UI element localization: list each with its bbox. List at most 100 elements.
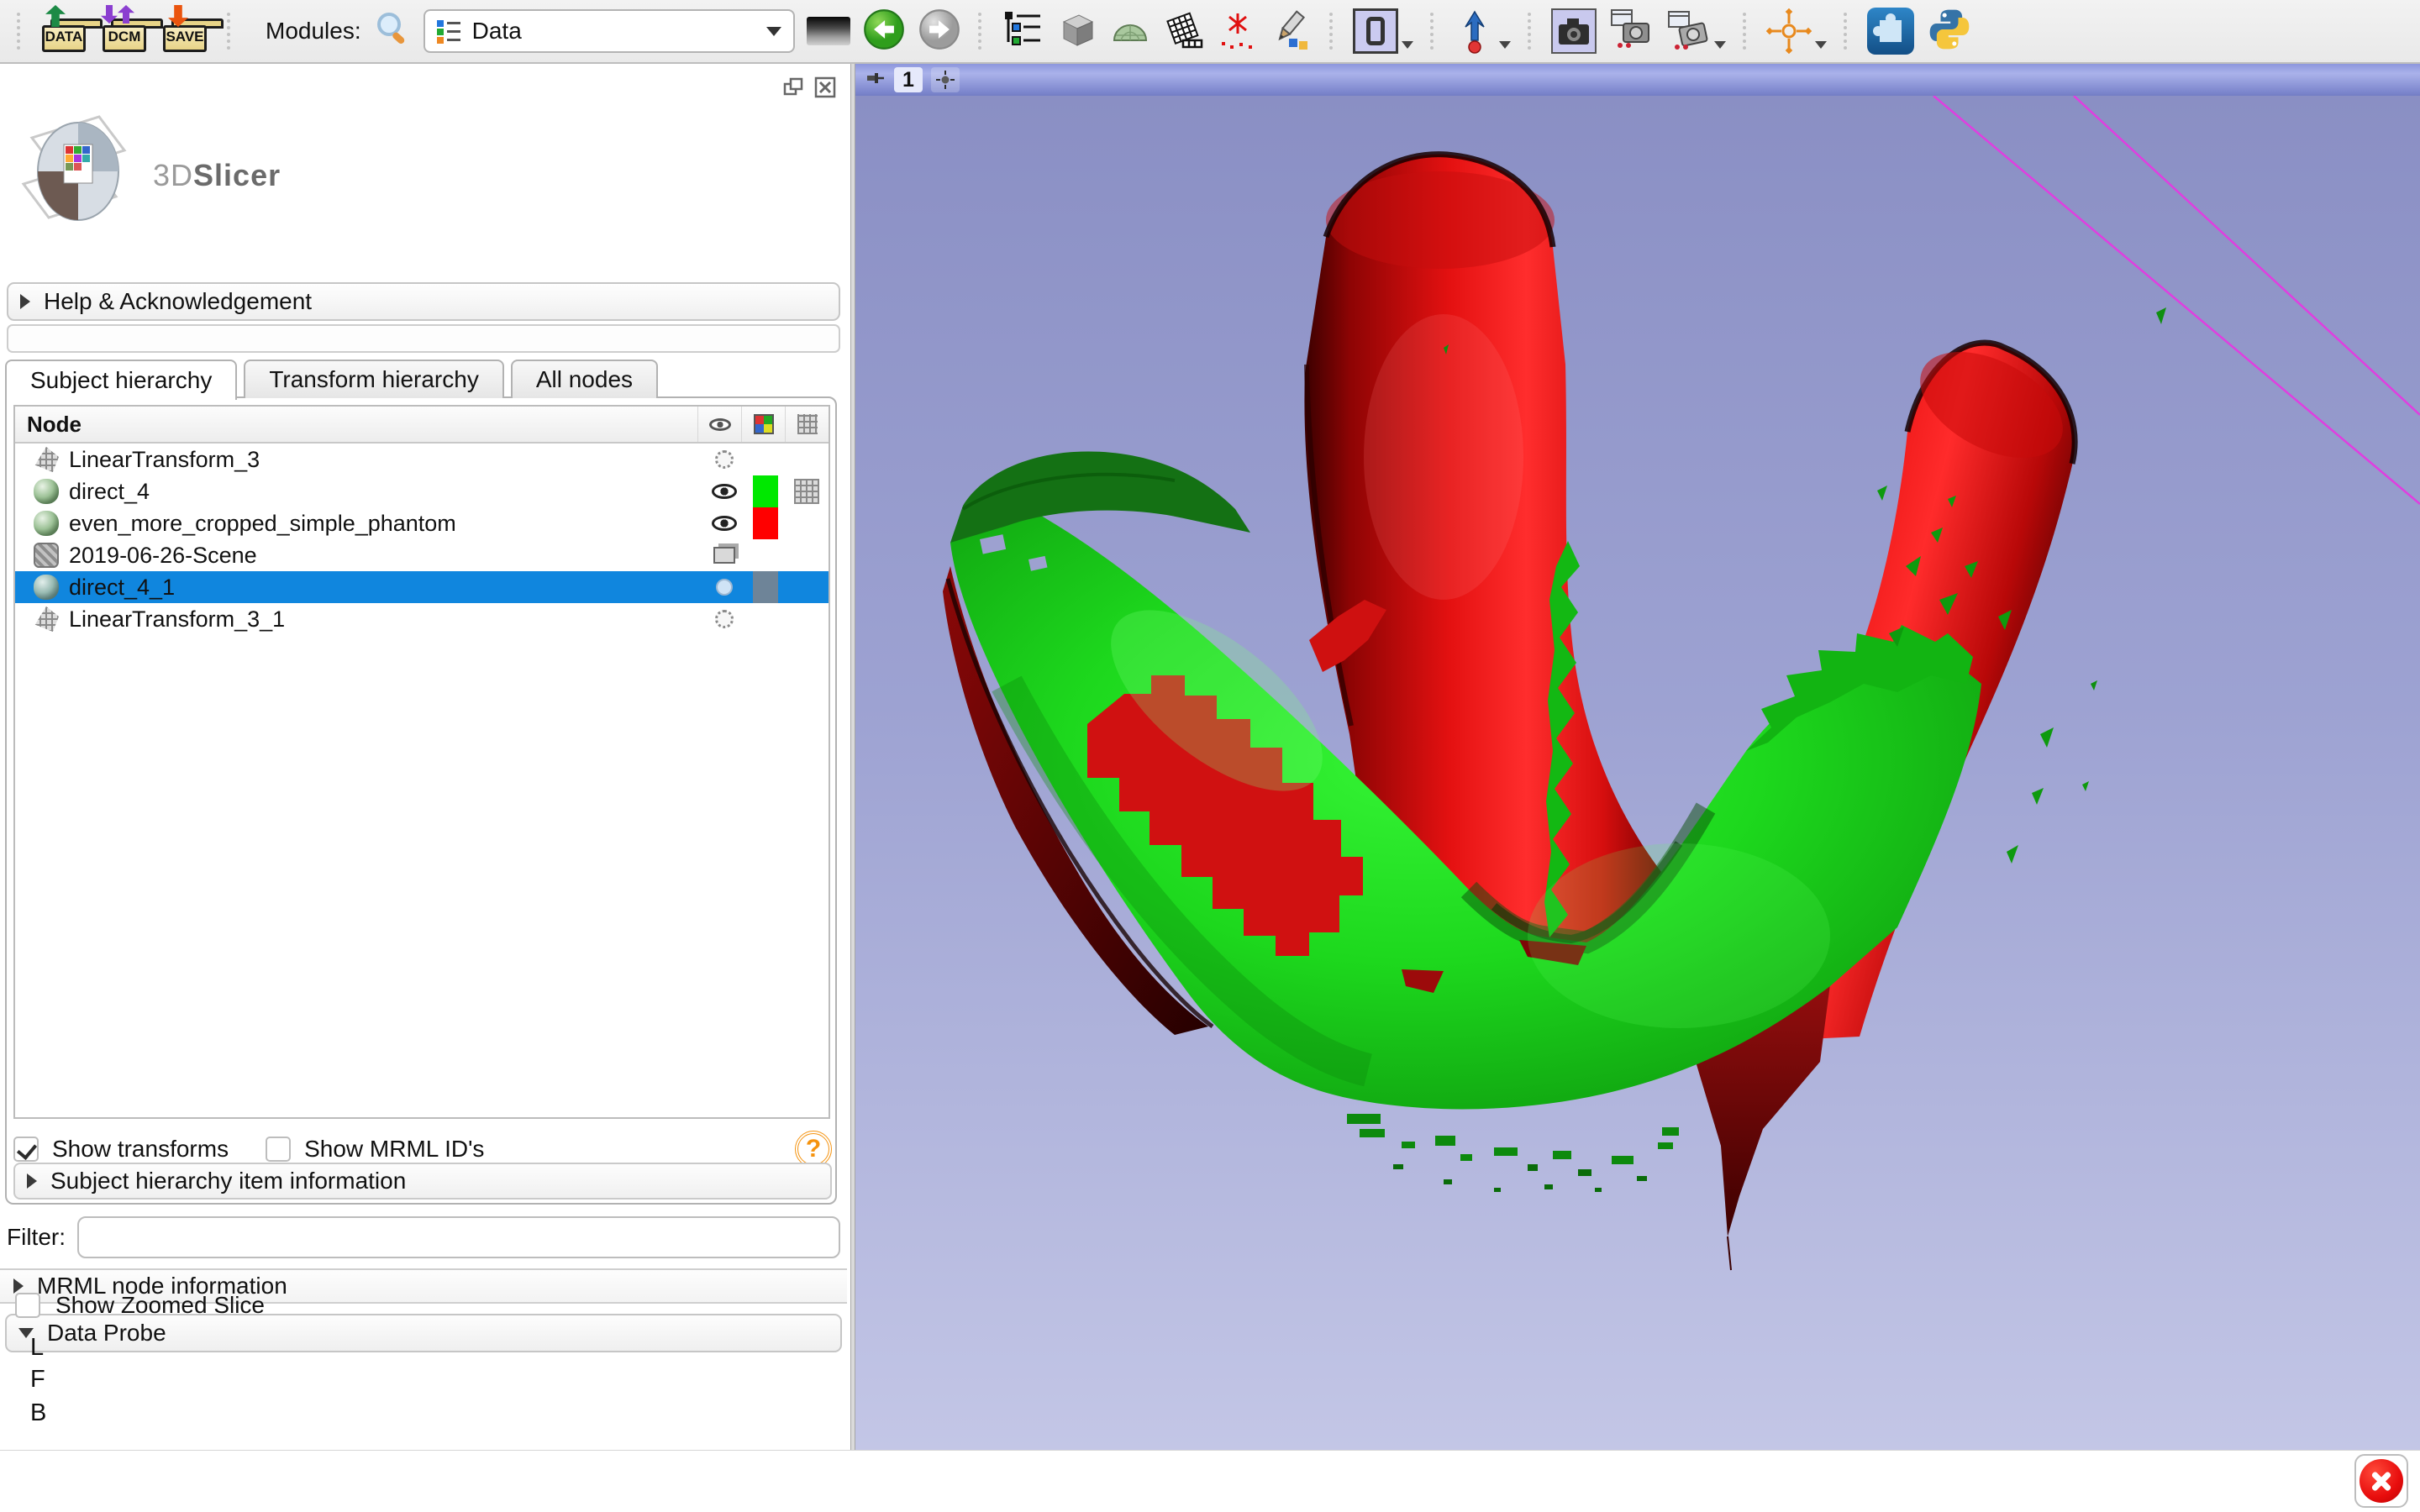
subject-item-info-label: Subject hierarchy item information <box>50 1168 406 1194</box>
color-swatch <box>753 507 778 539</box>
color-cell[interactable] <box>746 507 785 539</box>
show-transforms-label: Show transforms <box>52 1136 229 1163</box>
mouse-interaction-mode-button[interactable] <box>1454 8 1511 54</box>
color-cell[interactable] <box>746 571 785 603</box>
tree-row[interactable]: LinearTransform_3 <box>15 444 829 475</box>
toolbar-drag-handle[interactable] <box>1844 13 1850 50</box>
transform-cell[interactable] <box>785 444 829 475</box>
extensions-manager-button[interactable] <box>1867 8 1914 55</box>
chevron-down-icon <box>766 27 781 36</box>
subject-hierarchy-box: Node LinearTransform_3direct_4even_more_… <box>5 396 837 1205</box>
transforms-module-button[interactable] <box>1163 8 1205 55</box>
module-finder-button[interactable] <box>373 10 412 53</box>
scene-view-restore-button[interactable] <box>1665 8 1726 54</box>
subject-hierarchy-module-button[interactable] <box>1002 8 1044 55</box>
camera-icon <box>1551 8 1597 54</box>
color-column-header[interactable] <box>741 407 785 442</box>
dicom-button[interactable]: DCM <box>101 7 150 55</box>
forward-button[interactable] <box>918 8 961 55</box>
undock-panel-button[interactable] <box>781 76 805 99</box>
screenshot-button[interactable] <box>1551 8 1597 54</box>
tree-row[interactable]: 2019-06-26-Scene <box>15 539 829 571</box>
tree-row[interactable]: direct_4 <box>15 475 829 507</box>
transform-column-header[interactable] <box>785 407 829 442</box>
filter-input[interactable] <box>77 1216 840 1258</box>
visibility-column-header[interactable] <box>697 407 741 442</box>
transform-cell[interactable] <box>785 603 829 635</box>
pencil-icon <box>1270 8 1313 50</box>
markups-module-button[interactable] <box>1217 8 1259 55</box>
toolbar-drag-handle[interactable] <box>227 13 234 50</box>
pin-icon[interactable] <box>864 68 886 92</box>
transform-node-icon <box>34 606 59 632</box>
model-node-icon <box>34 511 59 536</box>
color-swatch <box>753 475 778 507</box>
tab-transform-hierarchy[interactable]: Transform hierarchy <box>244 360 503 398</box>
models-module-button[interactable] <box>1109 8 1151 55</box>
toolbar-drag-handle[interactable] <box>1743 13 1749 50</box>
show-mrml-ids-checkbox[interactable] <box>266 1137 291 1162</box>
visibility-toggle[interactable] <box>702 539 746 571</box>
transform-cell[interactable] <box>785 507 829 539</box>
purple-down-arrow-icon <box>101 5 118 24</box>
slicer-logo: 3DSlicer <box>15 104 281 239</box>
toolbar-drag-handle[interactable] <box>978 13 985 50</box>
visibility-toggle[interactable] <box>702 475 746 507</box>
eye-icon <box>709 418 731 431</box>
threed-render-area[interactable] <box>855 96 2420 1450</box>
subject-item-info-section[interactable]: Subject hierarchy item information <box>13 1163 832 1200</box>
node-column-header: Node <box>27 412 82 438</box>
close-panel-button[interactable] <box>813 76 837 99</box>
toolbar-drag-handle[interactable] <box>1528 13 1534 50</box>
show-transforms-checkbox[interactable] <box>13 1137 39 1162</box>
transform-cell[interactable] <box>785 475 829 507</box>
show-mrml-ids-label: Show MRML ID's <box>304 1136 484 1163</box>
show-zoomed-slice-checkbox[interactable] <box>15 1293 40 1318</box>
color-swatch <box>753 571 778 603</box>
transform-cell[interactable] <box>785 571 829 603</box>
puzzle-icon <box>1867 8 1914 55</box>
color-cell[interactable] <box>746 444 785 475</box>
threed-viewport: 1 <box>855 64 2420 1450</box>
scene-view-capture-button[interactable] <box>1608 7 1654 56</box>
toolbar-drag-handle[interactable] <box>1329 13 1336 50</box>
slicer-window: DATA DCM SAVE Modules: <box>0 0 2420 1512</box>
layout-selector-button[interactable] <box>1353 8 1413 54</box>
back-button[interactable] <box>862 8 906 55</box>
module-selector[interactable]: Data <box>424 9 795 53</box>
view-center-button[interactable] <box>931 67 960 92</box>
toolbar-drag-handle[interactable] <box>1430 13 1437 50</box>
visibility-toggle[interactable] <box>702 603 746 635</box>
color-cell[interactable] <box>746 475 785 507</box>
visibility-toggle[interactable] <box>702 444 746 475</box>
tree-row[interactable]: direct_4_1 <box>15 571 829 603</box>
tab-subject-hierarchy[interactable]: Subject hierarchy <box>5 360 237 400</box>
place-point-icon <box>1454 8 1496 54</box>
transform-cell[interactable] <box>785 539 829 571</box>
module-history-button[interactable] <box>807 17 850 45</box>
load-data-label: DATA <box>42 29 86 45</box>
visibility-toggle[interactable] <box>702 571 746 603</box>
chevron-down-icon <box>1714 41 1726 49</box>
segment-editor-button[interactable] <box>1270 8 1313 55</box>
crosshair-button[interactable] <box>1766 8 1827 54</box>
toolbar-drag-handle[interactable] <box>17 13 24 50</box>
color-cell[interactable] <box>746 539 785 571</box>
hierarchy-tree-icon <box>1002 8 1044 50</box>
save-button[interactable]: SAVE <box>161 7 210 55</box>
visibility-toggle[interactable] <box>702 507 746 539</box>
tree-row[interactable]: even_more_cropped_simple_phantom <box>15 507 829 539</box>
view-number-badge[interactable]: 1 <box>894 67 923 92</box>
data-probe-section[interactable]: Data Probe <box>5 1314 842 1352</box>
help-acknowledgement-section[interactable]: Help & Acknowledgement <box>7 282 840 321</box>
slice-line-icon <box>2074 96 2420 415</box>
tab-all-nodes[interactable]: All nodes <box>511 360 658 398</box>
sun-icon <box>715 610 734 628</box>
color-cell[interactable] <box>746 603 785 635</box>
tree-row[interactable]: LinearTransform_3_1 <box>15 603 829 635</box>
slicer-logo-icon <box>15 104 141 239</box>
python-console-button[interactable] <box>1926 6 1973 57</box>
load-data-button[interactable]: DATA <box>40 7 89 55</box>
volumes-module-button[interactable] <box>1055 8 1097 55</box>
error-log-button[interactable] <box>2354 1454 2408 1508</box>
